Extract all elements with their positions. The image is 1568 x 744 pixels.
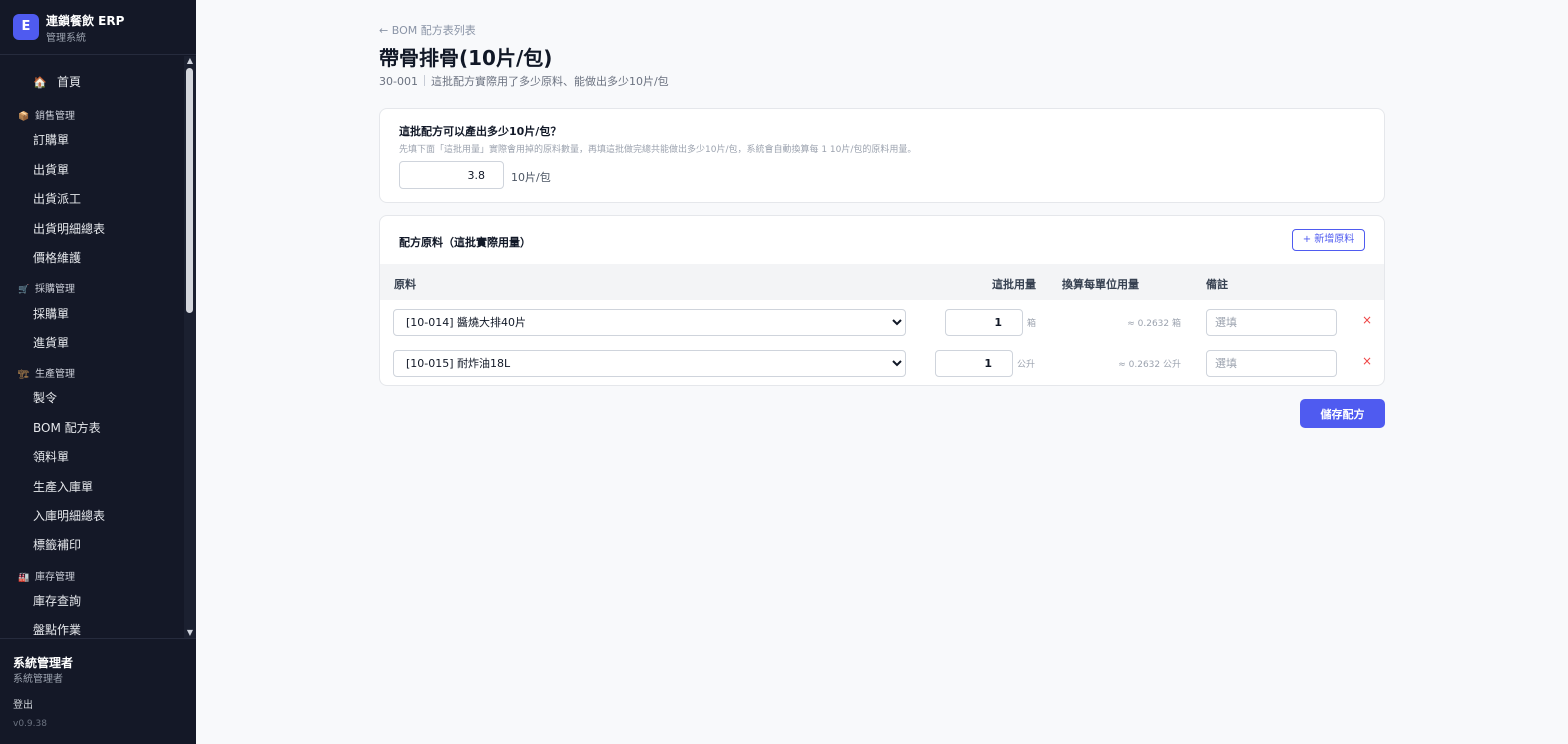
save-recipe-button[interactable]: 儲存配方 (1300, 399, 1385, 428)
brand-logo: E (13, 14, 39, 40)
product-code: 30-001 (379, 75, 418, 88)
sidebar-item-pricing[interactable]: 價格維護 (33, 249, 81, 266)
app-version: v0.9.38 (13, 719, 47, 729)
yield-question: 這批配方可以產出多少10片/包？ (399, 125, 562, 138)
qty-input[interactable] (935, 350, 1013, 377)
sidebar-item-order[interactable]: 訂購單 (33, 131, 69, 148)
sidebar-item-bom[interactable]: BOM 配方表 (33, 419, 101, 436)
factory-icon: 🏗 (18, 370, 30, 380)
app-name: 連鎖餐飲 ERP (46, 14, 125, 28)
cart-icon: 🛒 (18, 285, 30, 295)
sidebar-item-material-requisition[interactable]: 領料單 (33, 448, 69, 465)
brand: E 連鎖餐飲 ERP 管理系統 (0, 0, 196, 55)
yield-card: 這批配方可以產出多少10片/包？ 先填下面「這批用量」實際會用掉的原料數量，再填… (379, 108, 1385, 203)
sidebar-item-receiving[interactable]: 進貨單 (33, 334, 69, 351)
note-input[interactable] (1206, 309, 1337, 336)
materials-title: 配方原料（這批實際用量） (399, 236, 531, 249)
qty-input[interactable] (945, 309, 1023, 336)
warehouse-icon: 🏭 (18, 573, 30, 583)
sidebar-item-inventory-query[interactable]: 庫存查詢 (33, 592, 81, 609)
delete-row-icon[interactable]: × (1362, 354, 1372, 368)
per-unit-value: ≈ 0.2632 公升 (1118, 360, 1181, 370)
scroll-up-icon[interactable]: ▲ (184, 56, 196, 66)
column-header-qty: 這批用量 (992, 278, 1036, 291)
app-subtitle: 管理系統 (46, 33, 86, 44)
sidebar-item-label-reprint[interactable]: 標籤補印 (33, 536, 81, 553)
page-description: 這批配方實際用了多少原料、能做出多少10片/包 (430, 75, 669, 88)
sidebar-item-production-receipt[interactable]: 生產入庫單 (33, 478, 93, 495)
yield-quantity-input[interactable] (399, 161, 504, 189)
qty-unit: 公升 (1017, 360, 1036, 370)
user-role: 系統管理者 (13, 674, 63, 685)
column-header-material: 原料 (394, 278, 416, 291)
home-icon: 🏠 (33, 76, 47, 89)
logout-link[interactable]: 登出 (13, 696, 33, 711)
back-to-bom-list-link[interactable]: ← BOM 配方表列表 (379, 22, 476, 38)
nav-group-purchasing: 🛒 採購管理 (18, 284, 75, 295)
materials-table-header: 原料 這批用量 換算每單位用量 備註 (380, 264, 1384, 300)
sidebar-item-label: 首頁 (57, 75, 82, 89)
material-select[interactable]: [10-015] 耐炸油18L (393, 350, 906, 377)
user-block: 系統管理者 系統管理者 登出 v0.9.38 (0, 638, 196, 744)
sidebar-item-shipment[interactable]: 出貨單 (33, 161, 69, 178)
user-name: 系統管理者 (13, 656, 74, 670)
column-header-per-unit: 換算每單位用量 (1062, 278, 1139, 291)
material-select[interactable]: [10-014] 醬燒大排40片 (393, 309, 906, 336)
scroll-down-icon[interactable]: ▼ (184, 628, 196, 638)
divider (423, 75, 425, 86)
column-header-note: 備註 (1206, 278, 1228, 291)
table-row: [10-015] 耐炸油18L 公升 ≈ 0.2632 公升 × (380, 343, 1384, 385)
nav-group-production: 🏗 生產管理 (18, 369, 75, 380)
page-title: 帶骨排骨(10片/包) (379, 46, 553, 70)
package-icon: 📦 (18, 112, 30, 122)
qty-unit: 箱 (1027, 319, 1037, 329)
page-subline: 30-001 這批配方實際用了多少原料、能做出多少10片/包 (379, 73, 669, 89)
per-unit-value: ≈ 0.2632 箱 (1127, 319, 1181, 329)
sidebar-scrollbar[interactable]: ▲ ▼ (184, 56, 196, 638)
sidebar-item-work-order[interactable]: 製令 (33, 389, 57, 406)
sidebar-nav: 🏠 首頁 📦 銷售管理 訂購單 出貨單 出貨派工 出貨明細總表 價格維護 🛒 採購管理… (0, 56, 196, 638)
delete-row-icon[interactable]: × (1362, 313, 1372, 327)
nav-group-sales: 📦 銷售管理 (18, 111, 75, 122)
sidebar: E 連鎖餐飲 ERP 管理系統 🏠 首頁 📦 銷售管理 訂購單 出貨單 出貨派工 出… (0, 0, 196, 744)
sidebar-item-home[interactable]: 🏠 首頁 (33, 73, 81, 90)
table-row: [10-014] 醬燒大排40片 箱 ≈ 0.2632 箱 × (380, 302, 1384, 344)
sidebar-item-shipment-summary[interactable]: 出貨明細總表 (33, 220, 105, 237)
nav-group-inventory: 🏭 庫存管理 (18, 572, 75, 583)
yield-hint: 先填下面「這批用量」實際會用掉的原料數量，再填這批做完總共能做出多少10片/包，… (399, 145, 917, 155)
sidebar-item-purchase-order[interactable]: 採購單 (33, 305, 69, 322)
materials-card: 配方原料（這批實際用量） + 新增原料 原料 這批用量 換算每單位用量 備註 [… (379, 215, 1385, 386)
sidebar-item-receipt-summary[interactable]: 入庫明細總表 (33, 507, 105, 524)
sidebar-item-dispatch[interactable]: 出貨派工 (33, 190, 81, 207)
sidebar-item-stocktake[interactable]: 盤點作業 (33, 621, 81, 638)
scroll-thumb[interactable] (186, 68, 193, 313)
note-input[interactable] (1206, 350, 1337, 377)
add-material-button[interactable]: + 新增原料 (1292, 229, 1365, 251)
yield-unit: 10片/包 (511, 171, 551, 184)
